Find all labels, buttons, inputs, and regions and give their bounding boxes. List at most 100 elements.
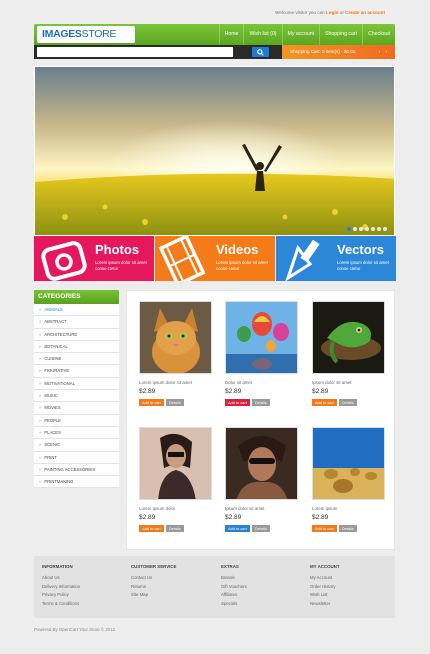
- category-item[interactable]: » Animals: [34, 304, 119, 317]
- details-button[interactable]: Details: [251, 399, 270, 406]
- category-item[interactable]: » Music: [34, 390, 119, 403]
- category-item[interactable]: » Abstract: [34, 316, 119, 329]
- hay-field-photo: [313, 428, 384, 499]
- slider-dot[interactable]: [383, 227, 387, 231]
- footer-link[interactable]: Delivery Information: [42, 583, 80, 592]
- category-item[interactable]: » Figurative: [34, 365, 119, 378]
- slider-dot[interactable]: [371, 227, 375, 231]
- product-name[interactable]: Lorem ipsum dolor sit amet: [139, 380, 214, 386]
- product-card: Lorem ipsum dolor $2.89 Add to cart Details: [139, 427, 214, 532]
- bullet-icon: »: [39, 442, 42, 448]
- cart-arrows[interactable]: ‹ ›: [379, 45, 389, 59]
- product-name[interactable]: Lorem ipsum: [312, 506, 387, 512]
- product-name[interactable]: Ipsum dolor sit amet: [312, 380, 387, 386]
- add-to-cart-button[interactable]: Add to cart: [225, 525, 250, 532]
- add-to-cart-button[interactable]: Add to cart: [312, 525, 337, 532]
- category-item[interactable]: » Printmaking: [34, 476, 119, 489]
- slider-dot[interactable]: [347, 227, 351, 231]
- product-price: $2.89: [225, 388, 242, 395]
- product-image[interactable]: [225, 301, 298, 374]
- product-image[interactable]: [225, 427, 298, 500]
- add-to-cart-button[interactable]: Add to cart: [139, 399, 164, 406]
- product-name[interactable]: Ipsum dolor sit amet: [225, 506, 300, 512]
- footer-link[interactable]: Privacy Policy: [42, 591, 80, 600]
- category-item[interactable]: » Botanical: [34, 340, 119, 354]
- footer-link[interactable]: Affiliates: [221, 591, 247, 600]
- add-to-cart-button[interactable]: Add to cart: [312, 399, 337, 406]
- footer-link[interactable]: Specials: [221, 600, 247, 609]
- product-image[interactable]: [139, 427, 212, 500]
- create-account-link[interactable]: Create an account: [345, 10, 385, 15]
- footer-link[interactable]: Wish List: [310, 591, 340, 600]
- details-button[interactable]: Details: [338, 525, 357, 532]
- category-item[interactable]: » Movies: [34, 402, 119, 415]
- category-item[interactable]: » Architecture: [34, 328, 119, 341]
- category-item[interactable]: » Motivational: [34, 377, 119, 391]
- footer-link[interactable]: Order History: [310, 583, 340, 592]
- footer-column: INFORMATION About Us Delivery Information P…: [42, 564, 80, 608]
- nav-shopping-cart[interactable]: Shopping cart: [319, 24, 362, 45]
- footer-link[interactable]: About Us: [42, 574, 80, 583]
- category-item[interactable]: » Places: [34, 426, 119, 440]
- product-image[interactable]: [312, 427, 385, 500]
- details-button[interactable]: Details: [165, 399, 184, 406]
- bullet-icon: »: [39, 319, 42, 325]
- search-button[interactable]: [252, 47, 269, 57]
- category-item[interactable]: » Cuisine: [34, 353, 119, 366]
- footer-link[interactable]: Contact Us: [131, 574, 176, 583]
- promo-vectors[interactable]: Vectors Lorem ipsum dolor sit amet conse…: [276, 236, 396, 281]
- slider-dot[interactable]: [359, 227, 363, 231]
- bullet-icon: »: [39, 393, 42, 399]
- details-button[interactable]: Details: [338, 399, 357, 406]
- hero-banner[interactable]: [34, 66, 395, 236]
- search-input[interactable]: [37, 47, 233, 57]
- product-name[interactable]: Dolor sit amet: [225, 380, 300, 386]
- category-item[interactable]: » People: [34, 414, 119, 427]
- nav-wishlist[interactable]: Wish list (0): [243, 24, 281, 45]
- slider-dot[interactable]: [365, 227, 369, 231]
- footer-link[interactable]: Terms & Conditions: [42, 600, 80, 609]
- category-label: Painting accessories: [44, 466, 95, 472]
- cat-photo: [140, 302, 211, 373]
- product-price: $2.89: [225, 514, 242, 521]
- slider-dot[interactable]: [377, 227, 381, 231]
- product-image[interactable]: [139, 301, 212, 374]
- add-to-cart-button[interactable]: Add to cart: [225, 399, 250, 406]
- promo-videos-title: Videos: [216, 242, 259, 257]
- promo-videos[interactable]: Videos Lorem ipsum dolor sit amet conse …: [155, 236, 275, 281]
- footer-link[interactable]: Returns: [131, 583, 176, 592]
- details-button[interactable]: Details: [165, 525, 184, 532]
- footer-link[interactable]: Gift Vouchers: [221, 583, 247, 592]
- hero-image: [35, 67, 394, 235]
- category-label: Motivational: [44, 380, 75, 386]
- category-label: Architecture: [44, 331, 78, 337]
- product-name[interactable]: Lorem ipsum dolor: [139, 506, 214, 512]
- product-image[interactable]: [312, 301, 385, 374]
- cart-value: 0 item(s) - $0.00: [321, 49, 356, 54]
- slider-dot[interactable]: [353, 227, 357, 231]
- shopping-cart-summary[interactable]: Shopping Cart: 0 item(s) - $0.00 ‹ ›: [282, 45, 395, 59]
- login-link[interactable]: Login: [326, 10, 339, 15]
- category-label: Botanical: [44, 343, 68, 349]
- category-label: Printmaking: [44, 479, 74, 485]
- search-bar: Shopping Cart: 0 item(s) - $0.00 ‹ ›: [34, 45, 395, 59]
- logo[interactable]: IMAGESSTORE: [37, 26, 135, 43]
- footer-link[interactable]: My Account: [310, 574, 340, 583]
- nav-home[interactable]: Home: [218, 24, 244, 45]
- footer-link[interactable]: Brands: [221, 574, 247, 583]
- promo-photos[interactable]: Photos Lorem ipsum dolor sit amet conse …: [34, 236, 154, 281]
- details-button[interactable]: Details: [251, 525, 270, 532]
- category-item[interactable]: » Painting accessories: [34, 463, 119, 477]
- bullet-icon: »: [39, 356, 42, 362]
- bullet-icon: »: [39, 343, 42, 349]
- footer-column: MY ACCOUNT My Account Order History Wish Li…: [310, 564, 340, 608]
- nav-checkout[interactable]: Checkout: [362, 24, 395, 45]
- add-to-cart-button[interactable]: Add to cart: [139, 525, 164, 532]
- category-item[interactable]: » Print: [34, 451, 119, 464]
- bullet-icon: »: [39, 466, 42, 472]
- footer-link[interactable]: Newsletter: [310, 600, 340, 609]
- category-item[interactable]: » Scenic: [34, 439, 119, 452]
- product-price: $2.89: [312, 514, 329, 521]
- footer-link[interactable]: Site Map: [131, 591, 176, 600]
- nav-my-account[interactable]: My account: [281, 24, 320, 45]
